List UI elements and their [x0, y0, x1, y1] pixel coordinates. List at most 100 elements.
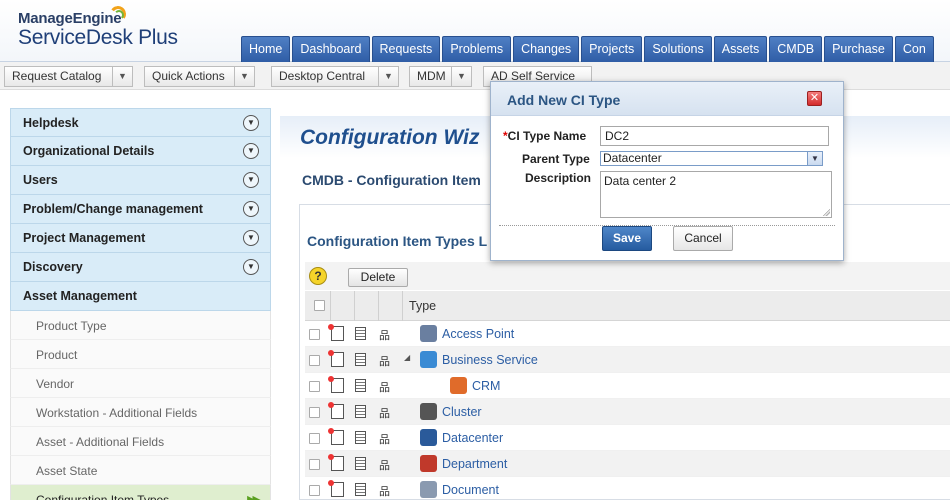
- ci-type-name-label-text: CI Type Name: [507, 129, 587, 143]
- mdm-label: MDM: [417, 69, 446, 83]
- chevron-down-icon[interactable]: ▼: [243, 201, 259, 217]
- ci-type-link[interactable]: Cluster: [442, 405, 482, 419]
- nav-tab-projects[interactable]: Projects: [581, 36, 643, 62]
- relationship-tree-icon[interactable]: 品: [379, 353, 390, 369]
- nav-tab-purchase[interactable]: Purchase: [824, 36, 893, 62]
- crm-icon: [450, 377, 467, 394]
- sidebar-section-discovery[interactable]: Discovery ▼: [10, 253, 271, 282]
- add-child-icon[interactable]: [328, 402, 344, 419]
- chevron-down-icon[interactable]: ▼: [451, 67, 471, 86]
- relationship-tree-icon[interactable]: 品: [379, 379, 390, 395]
- add-child-icon[interactable]: [328, 324, 344, 341]
- sidebar-section-helpdesk[interactable]: Helpdesk ▼: [10, 108, 271, 137]
- collapse-arrow-icon[interactable]: ◢: [404, 353, 410, 362]
- chevron-down-icon[interactable]: ▼: [378, 67, 398, 86]
- delete-button[interactable]: Delete: [348, 268, 408, 287]
- chevron-down-icon[interactable]: ▼: [243, 259, 259, 275]
- cancel-button[interactable]: Cancel: [673, 226, 733, 251]
- nav-tab-assets[interactable]: Assets: [713, 36, 768, 62]
- desktop-central-button[interactable]: Desktop Central ▼: [271, 66, 399, 87]
- request-catalog-button[interactable]: Request Catalog ▼: [4, 66, 133, 87]
- sidebar-item-product-type[interactable]: Product Type: [10, 311, 271, 340]
- brand-logo[interactable]: ManageEngine ServiceDesk Plus: [18, 4, 178, 50]
- row-checkbox[interactable]: [309, 329, 320, 340]
- relationship-tree-icon[interactable]: 品: [379, 405, 390, 421]
- nav-tab-solutions[interactable]: Solutions: [644, 36, 712, 62]
- sidebar-item-configuration-item-types[interactable]: Configuration Item Types ▶▶: [10, 485, 271, 500]
- edit-attributes-icon[interactable]: [355, 483, 366, 496]
- nav-tab-cmdb[interactable]: CMDB: [769, 36, 823, 62]
- ci-type-link[interactable]: Document: [442, 483, 499, 497]
- row-checkbox[interactable]: [309, 433, 320, 444]
- description-textarea[interactable]: Data center 2: [600, 171, 832, 218]
- ci-type-link[interactable]: CRM: [472, 379, 500, 393]
- relationship-tree-icon[interactable]: 品: [379, 327, 390, 343]
- relationship-tree-icon[interactable]: 品: [379, 457, 390, 473]
- relationship-tree-icon[interactable]: 品: [379, 431, 390, 447]
- nav-tab-con[interactable]: Con: [894, 36, 934, 62]
- page-title: Configuration Wiz: [300, 126, 480, 149]
- add-child-icon[interactable]: [328, 454, 344, 471]
- add-child-icon[interactable]: [328, 428, 344, 445]
- nav-tab-changes[interactable]: Changes: [513, 36, 580, 62]
- close-icon[interactable]: ✕: [807, 91, 822, 106]
- sidebar-section-users[interactable]: Users ▼: [10, 166, 271, 195]
- nav-tab-requests[interactable]: Requests: [371, 36, 441, 62]
- sidebar-item-workstation-additional-fields[interactable]: Workstation - Additional Fields: [10, 398, 271, 427]
- column-separator: [402, 291, 403, 321]
- sidebar-section-asset-management[interactable]: Asset Management: [10, 282, 271, 311]
- add-child-icon[interactable]: [328, 350, 344, 367]
- ci-type-link[interactable]: Access Point: [442, 327, 514, 341]
- row-checkbox[interactable]: [309, 355, 320, 366]
- quick-actions-button[interactable]: Quick Actions ▼: [144, 66, 255, 87]
- edit-attributes-icon[interactable]: [355, 431, 366, 444]
- dialog-header: Add New CI Type ✕: [491, 82, 843, 116]
- edit-attributes-icon[interactable]: [355, 379, 366, 392]
- table-row: 品 Access Point: [305, 321, 950, 347]
- nav-tab-dashboard[interactable]: Dashboard: [292, 36, 370, 62]
- sidebar-item-asset-additional-fields[interactable]: Asset - Additional Fields: [10, 427, 271, 456]
- admin-sidebar: Helpdesk ▼ Organizational Details ▼ Users ▼ Pr…: [10, 108, 271, 500]
- edit-attributes-icon[interactable]: [355, 327, 366, 340]
- sidebar-item-vendor[interactable]: Vendor: [10, 369, 271, 398]
- sidebar-section-label: Problem/Change management: [23, 202, 203, 216]
- chevron-down-icon[interactable]: ▼: [243, 172, 259, 188]
- chevron-down-icon[interactable]: ▼: [243, 230, 259, 246]
- column-header-type[interactable]: Type: [409, 299, 436, 313]
- sidebar-section-project-management[interactable]: Project Management ▼: [10, 224, 271, 253]
- row-checkbox[interactable]: [309, 485, 320, 496]
- sidebar-item-asset-state[interactable]: Asset State: [10, 456, 271, 485]
- row-checkbox[interactable]: [309, 407, 320, 418]
- chevron-down-icon[interactable]: ▼: [234, 67, 254, 86]
- sidebar-section-organizational-details[interactable]: Organizational Details ▼: [10, 137, 271, 166]
- row-checkbox[interactable]: [309, 381, 320, 392]
- ci-type-link[interactable]: Datacenter: [442, 431, 503, 445]
- nav-tab-problems[interactable]: Problems: [442, 36, 512, 62]
- chevron-down-icon[interactable]: ▼: [243, 115, 259, 131]
- parent-type-select[interactable]: Datacenter ▼: [600, 151, 823, 166]
- select-all-checkbox[interactable]: [314, 300, 325, 311]
- chevron-down-icon[interactable]: ▼: [807, 152, 822, 165]
- sidebar-item-product[interactable]: Product: [10, 340, 271, 369]
- ci-type-name-input[interactable]: [600, 126, 829, 146]
- panel-title: Configuration Item Types L: [307, 233, 488, 249]
- edit-attributes-icon[interactable]: [355, 353, 366, 366]
- row-checkbox[interactable]: [309, 459, 320, 470]
- add-child-icon[interactable]: [328, 480, 344, 497]
- resize-grip-icon[interactable]: [823, 209, 830, 216]
- edit-attributes-icon[interactable]: [355, 457, 366, 470]
- chevron-down-icon[interactable]: ▼: [112, 67, 132, 86]
- sidebar-section-problem-change-management[interactable]: Problem/Change management ▼: [10, 195, 271, 224]
- ci-type-link[interactable]: Department: [442, 457, 507, 471]
- mdm-button[interactable]: MDM ▼: [409, 66, 472, 87]
- add-child-icon[interactable]: [328, 376, 344, 393]
- help-icon[interactable]: ?: [309, 267, 327, 285]
- save-button[interactable]: Save: [602, 226, 652, 251]
- ci-type-link[interactable]: Business Service: [442, 353, 538, 367]
- logo-arc-green-icon: [114, 10, 124, 20]
- edit-attributes-icon[interactable]: [355, 405, 366, 418]
- relationship-tree-icon[interactable]: 品: [379, 483, 390, 499]
- sidebar-section-label: Discovery: [23, 260, 83, 274]
- nav-tab-home[interactable]: Home: [241, 36, 291, 62]
- chevron-down-icon[interactable]: ▼: [243, 143, 259, 159]
